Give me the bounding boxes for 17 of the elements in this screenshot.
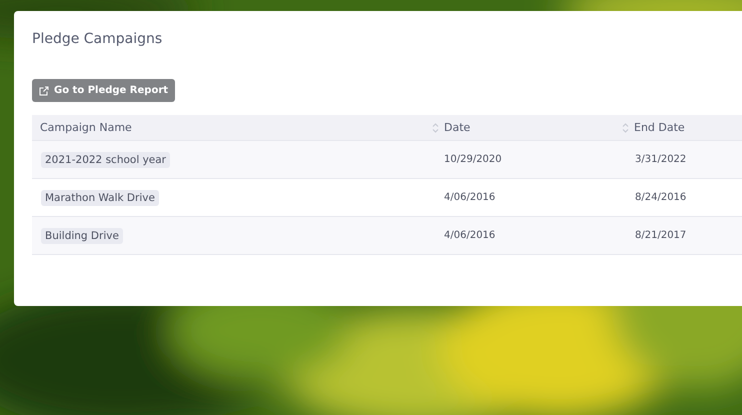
- table-cell: 3/31/2022: [635, 154, 686, 165]
- table-cell: 8/21/2017: [635, 230, 686, 241]
- sort-icon[interactable]: [622, 122, 629, 134]
- sort-icon[interactable]: [432, 122, 439, 134]
- campaign-name[interactable]: Marathon Walk Drive: [41, 190, 159, 206]
- table-cell: 4/06/2016: [444, 230, 496, 241]
- external-link-icon: [39, 86, 49, 96]
- campaign-name[interactable]: Building Drive: [41, 228, 123, 244]
- campaign-name[interactable]: 2021-2022 school year: [41, 152, 170, 168]
- column-header[interactable]: End Date: [634, 121, 685, 134]
- report-button[interactable]: Go to Pledge Report: [32, 79, 176, 102]
- column-header[interactable]: Date: [444, 121, 470, 134]
- column-header[interactable]: Campaign Name: [40, 121, 132, 134]
- table-cell: 8/24/2016: [635, 192, 686, 203]
- table-cell: 4/06/2016: [444, 192, 496, 203]
- table-cell: 10/29/2020: [444, 154, 502, 165]
- card-title: Pledge Campaigns: [32, 30, 164, 49]
